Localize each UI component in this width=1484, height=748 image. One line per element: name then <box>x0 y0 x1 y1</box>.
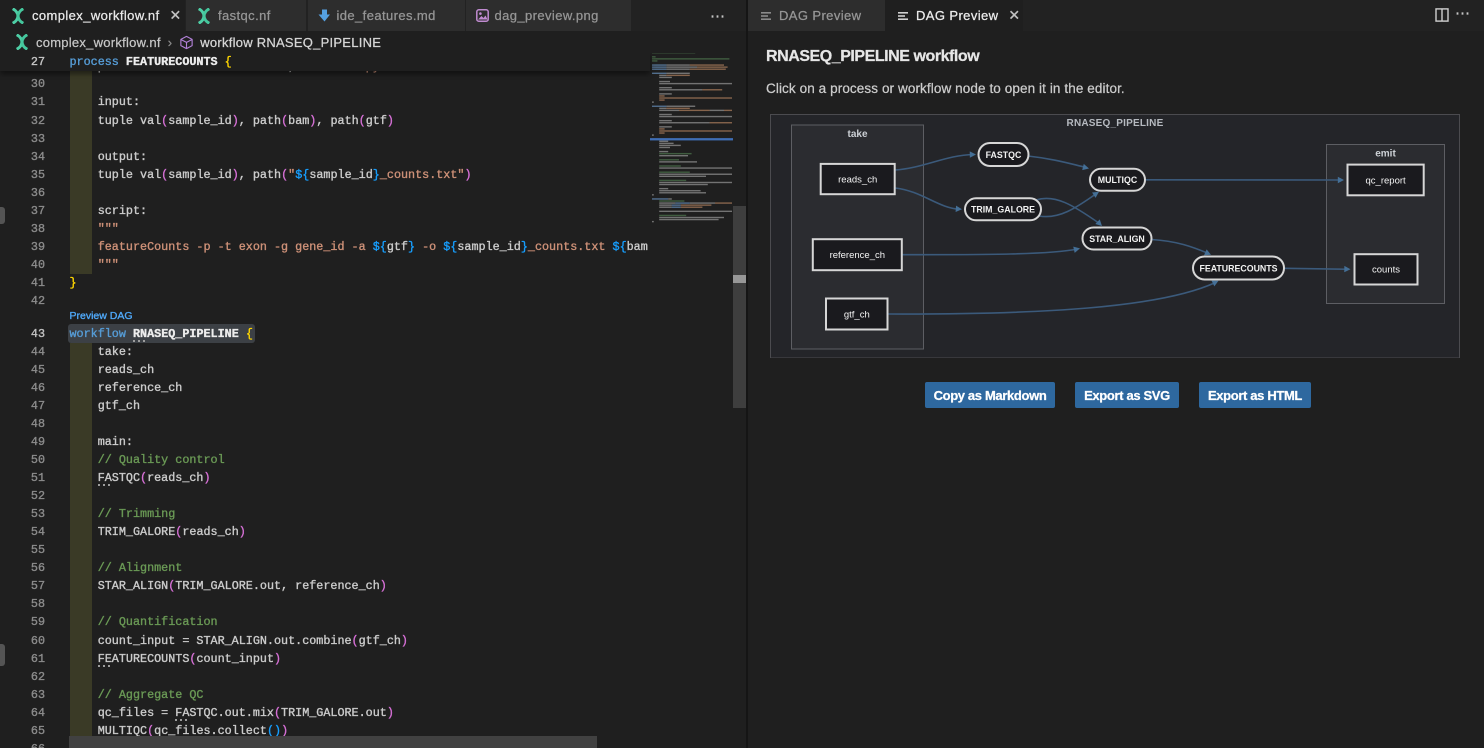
svg-text:gtf_ch: gtf_ch <box>844 309 870 320</box>
svg-text:FASTQC: FASTQC <box>986 149 1022 159</box>
svg-text:emit: emit <box>1375 148 1396 159</box>
svg-text:TRIM_GALORE: TRIM_GALORE <box>971 204 1035 214</box>
svg-text:take: take <box>847 129 867 140</box>
svg-text:STAR_ALIGN: STAR_ALIGN <box>1089 233 1145 243</box>
svg-text:counts: counts <box>1372 264 1400 275</box>
svg-text:RNASEQ_PIPELINE: RNASEQ_PIPELINE <box>1067 117 1164 128</box>
svg-text:FEATURECOUNTS: FEATURECOUNTS <box>1199 263 1277 273</box>
svg-text:reads_ch: reads_ch <box>838 174 877 185</box>
svg-text:reference_ch: reference_ch <box>830 250 885 261</box>
svg-text:MULTIQC: MULTIQC <box>1098 175 1138 185</box>
svg-text:qc_report: qc_report <box>1366 175 1406 186</box>
